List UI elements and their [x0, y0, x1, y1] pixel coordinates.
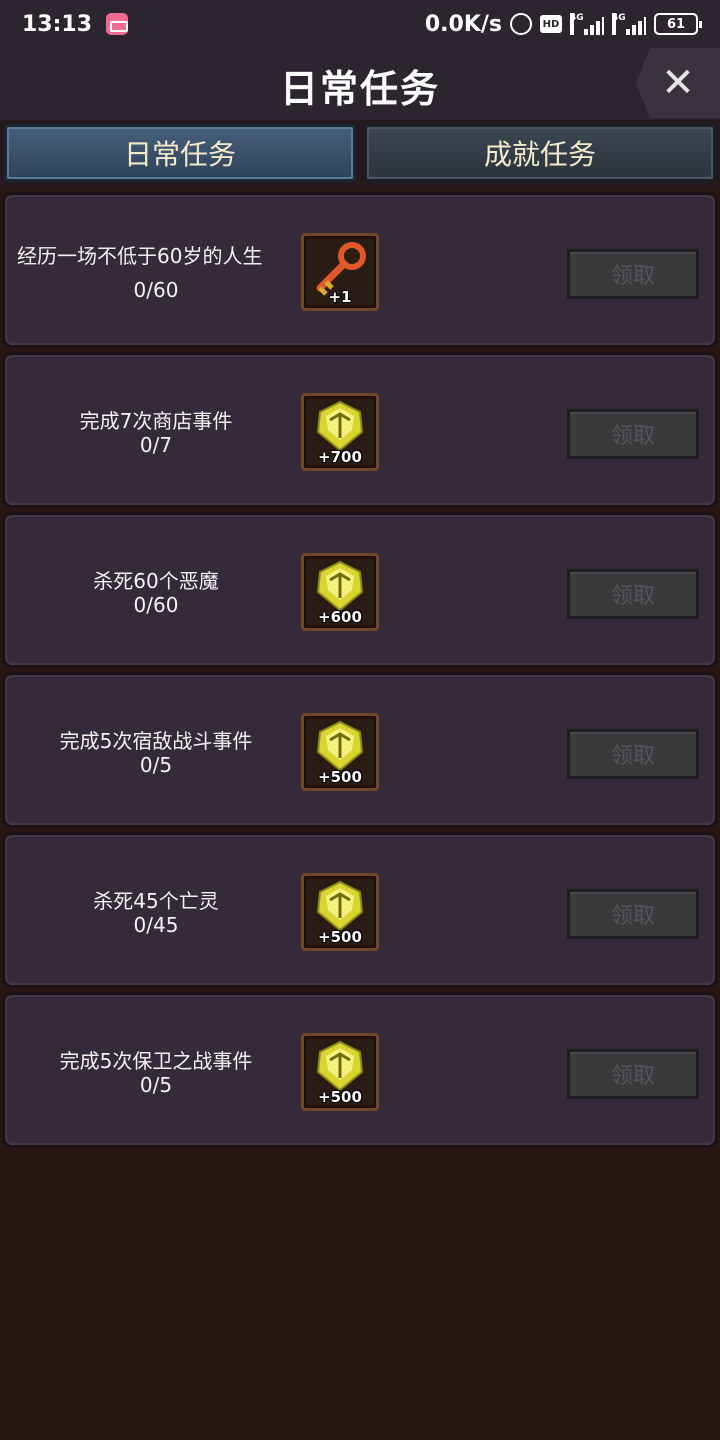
reward-slot: +1: [301, 233, 379, 311]
task-text: 杀死45个亡灵 0/45: [17, 835, 295, 991]
page-title: 日常任务: [279, 67, 440, 111]
hd-icon: HD: [540, 15, 562, 33]
claim-button[interactable]: 领取: [567, 569, 699, 619]
task-progress: 0/5: [139, 1073, 173, 1097]
task-card: 经历一场不低于60岁的人生 0/60 +1 领取: [2, 192, 718, 348]
status-time: 13:13: [22, 11, 93, 37]
task-progress: 0/45: [133, 913, 179, 937]
reward-slot: +700: [301, 393, 379, 471]
task-text: 完成5次宿敌战斗事件 0/5: [17, 675, 295, 831]
gold-crest-icon: [316, 880, 364, 932]
claim-button[interactable]: 领取: [567, 889, 699, 939]
claim-button[interactable]: 领取: [567, 729, 699, 779]
reward-amount: +500: [318, 928, 362, 946]
reward-amount: +500: [318, 1088, 362, 1106]
task-title: 经历一场不低于60岁的人生: [17, 244, 263, 268]
reward-slot: +600: [301, 553, 379, 631]
tab-daily-tasks[interactable]: 日常任务: [4, 124, 356, 182]
task-card: 杀死45个亡灵 0/45 +500 领取: [2, 832, 718, 988]
task-title: 杀死60个恶魔: [93, 569, 219, 593]
battery-icon: 61: [654, 13, 702, 35]
signal-icon: 4G: [570, 13, 604, 35]
task-title: 完成7次商店事件: [79, 409, 233, 433]
task-text: 完成5次保卫之战事件 0/5: [17, 995, 295, 1151]
task-progress: 0/7: [139, 433, 173, 457]
tab-achievement-tasks[interactable]: 成就任务: [364, 124, 716, 182]
gold-crest-icon: [316, 720, 364, 772]
net-speed: 0.0K/s: [424, 11, 502, 37]
close-button[interactable]: ✕: [636, 48, 720, 118]
close-icon: ✕: [661, 60, 695, 106]
task-progress: 0/60: [133, 593, 179, 617]
status-bar: 13:13 0.0K/s HD 4G 4G 61: [0, 0, 720, 48]
task-card: 杀死60个恶魔 0/60 +600 领取: [2, 512, 718, 668]
reward-amount: +600: [318, 608, 362, 626]
reward-slot: +500: [301, 873, 379, 951]
signal-icon-2: 4G: [612, 13, 646, 35]
reward-amount: +700: [318, 448, 362, 466]
task-text: 经历一场不低于60岁的人生 0/60: [17, 195, 295, 351]
claim-button[interactable]: 领取: [567, 1049, 699, 1099]
task-title: 完成5次保卫之战事件: [59, 1049, 253, 1073]
alarm-icon: [510, 13, 532, 35]
task-text: 杀死60个恶魔 0/60: [17, 515, 295, 671]
claim-button[interactable]: 领取: [567, 249, 699, 299]
gold-crest-icon: [316, 560, 364, 612]
task-text: 完成7次商店事件 0/7: [17, 355, 295, 511]
gold-crest-icon: [316, 400, 364, 452]
task-title: 完成5次宿敌战斗事件: [59, 729, 253, 753]
task-progress: 0/5: [139, 753, 173, 777]
claim-button[interactable]: 领取: [567, 409, 699, 459]
app-notification-icon: [106, 13, 129, 35]
task-card: 完成7次商店事件 0/7 +700 领取: [2, 352, 718, 508]
task-title: 杀死45个亡灵: [93, 889, 219, 913]
header: 日常任务 ✕: [0, 48, 720, 120]
reward-slot: +500: [301, 713, 379, 791]
gold-crest-icon: [316, 1040, 364, 1092]
tab-bar: 日常任务 成就任务: [0, 120, 720, 186]
task-card: 完成5次宿敌战斗事件 0/5 +500 领取: [2, 672, 718, 828]
reward-amount: +500: [318, 768, 362, 786]
task-card: 完成5次保卫之战事件 0/5 +500 领取: [2, 992, 718, 1148]
reward-slot: +500: [301, 1033, 379, 1111]
reward-amount: +1: [328, 288, 352, 306]
task-progress: 0/60: [133, 278, 179, 302]
